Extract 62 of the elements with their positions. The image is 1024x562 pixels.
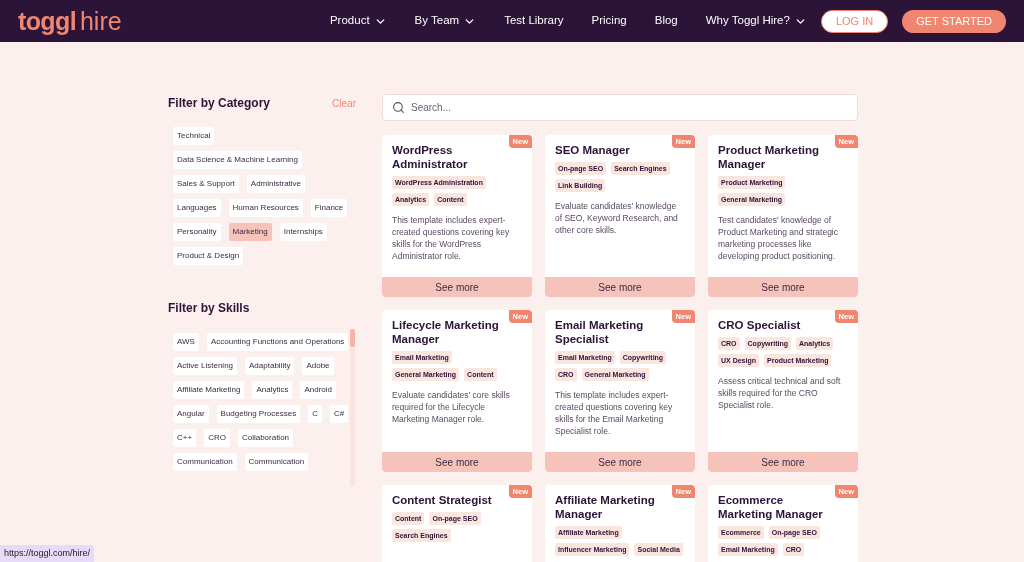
card-description: Evaluate candidates' core skills required for the Lifecycle Marketing Manager role.	[392, 389, 511, 425]
see-more-button[interactable]: See more	[382, 452, 532, 472]
nav-link[interactable]: Why Toggl Hire?	[705, 12, 807, 30]
see-more-button[interactable]: See more	[708, 452, 858, 472]
skill-chip[interactable]: Collaboration	[237, 429, 294, 447]
nav-link[interactable]: Product	[329, 12, 387, 30]
skill-chip[interactable]: Android	[300, 381, 337, 399]
skill-chip[interactable]: C++	[173, 429, 197, 447]
card-title: Email Marketing Specialist	[555, 318, 645, 346]
nav-link[interactable]: Pricing	[591, 12, 627, 30]
skill-chip[interactable]: Budgeting Processes	[216, 405, 301, 423]
status-url-tooltip: https://toggl.com/hire/	[0, 544, 95, 562]
nav-link[interactable]: Blog	[654, 12, 678, 30]
card-title: Lifecycle Marketing Manager	[392, 318, 500, 346]
category-chip[interactable]: Administrative	[246, 175, 306, 193]
see-more-button[interactable]: See more	[545, 452, 695, 472]
category-chip[interactable]: Human Resources	[228, 199, 303, 217]
card-title: Content Strategist	[392, 493, 493, 507]
card-title: Ecommerce Marketing Manager	[718, 493, 824, 521]
scrollbar[interactable]	[350, 329, 355, 487]
filter-heading: Filter by Skills	[168, 300, 251, 317]
nav-link[interactable]: Test Library	[504, 12, 564, 30]
card-description: This template includes expert-created questions covering key skills for the WordPress Administrator role.	[392, 214, 511, 262]
card-title: CRO Specialist	[718, 318, 802, 332]
skill-chip[interactable]: C	[308, 405, 322, 423]
skill-chip[interactable]: Analytics	[252, 381, 293, 399]
card-title: SEO Manager	[555, 143, 631, 157]
search-field[interactable]: Search...	[382, 94, 858, 121]
skill-chip[interactable]: Adobe	[302, 357, 334, 375]
category-chip[interactable]: Data Science & Machine Learning	[173, 151, 302, 169]
category-chip[interactable]: Personality	[173, 223, 221, 241]
card-description: Assess critical technical and soft skills required for the CRO Specialist role.	[718, 375, 842, 411]
card-title: WordPress Administrator	[392, 143, 469, 171]
skill-chip[interactable]: Active Listening	[173, 357, 238, 375]
search-icon	[392, 101, 405, 114]
skill-chip[interactable]: C#	[329, 405, 349, 423]
category-chip[interactable]: Product & Design	[173, 247, 244, 265]
card-title: Affiliate Marketing Manager	[555, 493, 656, 521]
category-chip[interactable]: Finance	[310, 199, 348, 217]
card-description: Evaluate candidates' knowledge of SEO, Keyword Research, and other core skills.	[555, 200, 679, 236]
card-title: Product Marketing Manager	[718, 143, 820, 171]
skill-chip[interactable]: Affiliate Marketing	[173, 381, 245, 399]
skill-chip[interactable]: AWS	[173, 333, 199, 351]
nav-link[interactable]: By Team	[414, 12, 477, 30]
category-chip[interactable]: Sales & Support	[173, 175, 239, 193]
skill-chip[interactable]: Communication	[244, 453, 309, 471]
skill-chip[interactable]: Accounting Functions and Operations	[206, 333, 349, 351]
skill-chip[interactable]: CRO	[204, 429, 230, 447]
see-more-button[interactable]: See more	[382, 277, 532, 297]
category-chip[interactable]: Technical	[173, 127, 215, 145]
see-more-button[interactable]: See more	[545, 277, 695, 297]
card-description: This template includes expert-created questions covering key skills for the Email Marketing Specialist role.	[555, 389, 674, 437]
filter-heading: Filter by Category	[168, 95, 271, 112]
skill-chip[interactable]: Angular	[173, 405, 209, 423]
skill-chip[interactable]: Communication	[173, 453, 237, 471]
see-more-button[interactable]: See more	[708, 277, 858, 297]
category-chip[interactable]: Languages	[173, 199, 221, 217]
card-description: Test candidates' knowledge of Product Marketing and strategic marketing processes like developing product positioning.	[718, 214, 839, 262]
category-chip[interactable]: Marketing	[228, 223, 272, 241]
skill-chip[interactable]: Adaptability	[245, 357, 295, 375]
logo[interactable]: toggl hire	[18, 8, 122, 34]
category-chip[interactable]: Internships	[279, 223, 327, 241]
